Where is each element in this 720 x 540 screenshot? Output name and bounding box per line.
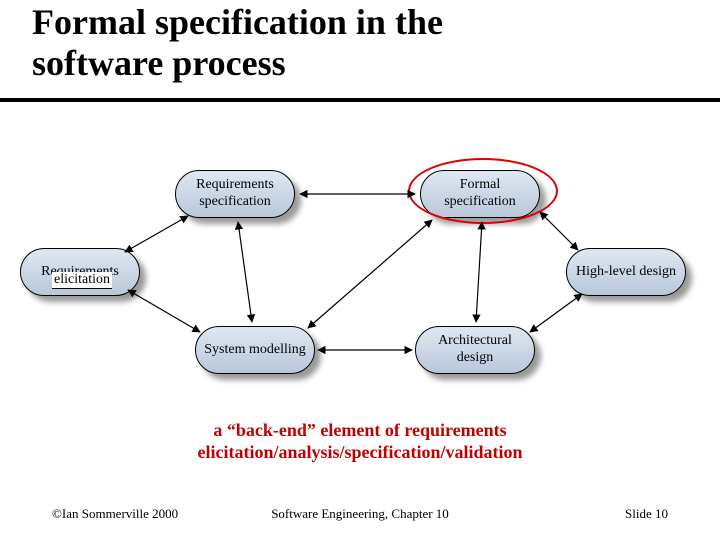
node-label: System modelling (204, 342, 306, 359)
node-label: Requirements specification (182, 177, 288, 211)
overlay-elicitation-label: elicitation (52, 272, 112, 289)
node-label: Formal specification (427, 177, 533, 211)
node-requirements-specification: Requirements specification (175, 170, 295, 218)
node-formal-specification: Formal specification (420, 170, 540, 218)
page-title: Formal specification in the software pro… (32, 2, 443, 85)
note-line-2: elicitation/analysis/specification/valid… (197, 442, 522, 462)
footer-chapter: Software Engineering, Chapter 10 (0, 506, 720, 522)
node-label: Architectural design (422, 333, 528, 367)
title-line-1: Formal specification in the (32, 2, 443, 42)
node-label: High-level design (576, 264, 676, 281)
title-line-2: software process (32, 43, 286, 83)
note-line-1: a “back-end” element of requirements (213, 420, 506, 440)
title-underline (0, 98, 720, 102)
callout-note: a “back-end” element of requirements eli… (0, 420, 720, 463)
node-high-level-design: High-level design (566, 248, 686, 296)
slide: Formal specification in the software pro… (0, 0, 720, 540)
node-system-modelling: System modelling (195, 326, 315, 374)
node-architectural-design: Architectural design (415, 326, 535, 374)
process-diagram: Requirements specification Formal specif… (0, 150, 720, 410)
footer-slide-number: Slide 10 (625, 506, 668, 522)
